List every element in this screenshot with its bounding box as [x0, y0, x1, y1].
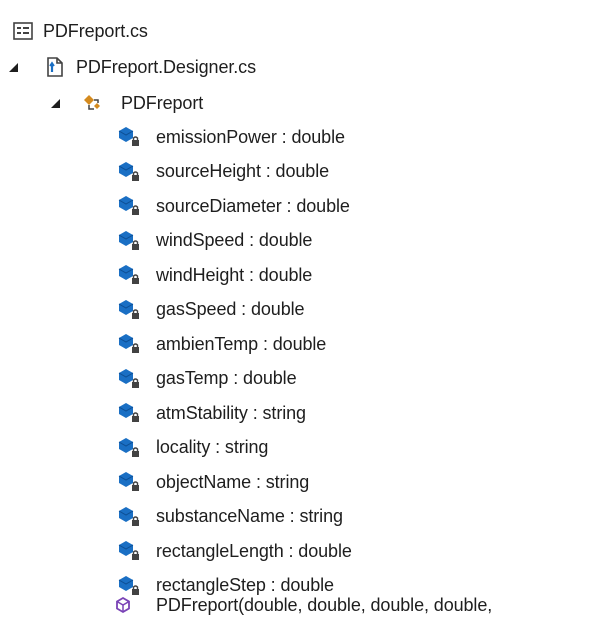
expanded-arrow-icon[interactable] [50, 97, 62, 109]
tree-item-label: emissionPower : double [156, 126, 345, 147]
private-field-icon [117, 436, 139, 458]
private-field-icon [117, 332, 139, 354]
tree-item-pdfreport-cs[interactable]: PDFreport.cs [0, 14, 592, 48]
tree-item-field[interactable]: objectName : string [0, 465, 592, 499]
tree-item-field[interactable]: locality : string [0, 431, 592, 465]
private-field-icon [117, 298, 139, 320]
tree-item-field[interactable]: windHeight : double [0, 258, 592, 292]
private-field-icon [117, 229, 139, 251]
private-field-icon [117, 160, 139, 182]
tree-item-label: rectangleLength : double [156, 540, 352, 561]
tree-item-designer-cs[interactable]: PDFreport.Designer.cs [0, 50, 592, 84]
tree-item-label: ambienTemp : double [156, 333, 327, 354]
tree-item-label: windHeight : double [156, 264, 313, 285]
private-field-icon [117, 470, 139, 492]
tree-item-field[interactable]: gasSpeed : double [0, 293, 592, 327]
tree-item-label: sourceHeight : double [156, 161, 330, 181]
designer-file-icon [44, 56, 66, 78]
solution-explorer-tree: PDFreport.cs PDFreport.Designer.cs PDFre… [0, 0, 592, 635]
private-field-icon [117, 125, 139, 147]
tree-item-label: PDFreport.cs [43, 20, 148, 41]
class-icon [82, 92, 104, 114]
tree-item-field[interactable]: substanceName : string [0, 500, 592, 534]
tree-item-field[interactable]: ambienTemp : double [0, 327, 592, 361]
private-field-icon [117, 194, 139, 216]
tree-item-field[interactable]: sourceHeight : double [0, 155, 592, 189]
tree-item-label: substanceName : string [156, 506, 343, 526]
tree-item-label: PDFreport(double, double, double, double… [156, 594, 493, 615]
expanded-arrow-icon[interactable] [8, 61, 20, 73]
tree-item-field[interactable]: emissionPower : double [0, 120, 592, 154]
private-field-icon [117, 401, 139, 423]
tree-item-field[interactable]: sourceDiameter : double [0, 189, 592, 223]
tree-item-field[interactable]: gasTemp : double [0, 362, 592, 396]
tree-item-label: PDFreport.Designer.cs [76, 56, 256, 77]
tree-item-label: objectName : string [156, 471, 310, 492]
tree-item-method-constructor[interactable]: PDFreport(double, double, double, double… [0, 588, 592, 622]
private-field-icon [117, 367, 139, 389]
tree-item-field[interactable]: windSpeed : double [0, 224, 592, 258]
private-field-icon [117, 539, 139, 561]
tree-item-label: atmStability : string [156, 402, 306, 423]
tree-item-label: windSpeed : double [156, 230, 313, 250]
method-icon [112, 594, 134, 616]
tree-item-label: PDFreport [121, 92, 204, 113]
tree-item-field[interactable]: rectangleLength : double [0, 534, 592, 568]
tree-item-label: gasTemp : double [156, 368, 297, 388]
cs-file-icon [12, 20, 34, 42]
tree-item-class-pdfreport[interactable]: PDFreport [0, 86, 592, 120]
tree-item-field[interactable]: atmStability : string [0, 396, 592, 430]
private-field-icon [117, 263, 139, 285]
tree-item-label: gasSpeed : double [156, 299, 305, 319]
tree-item-label: sourceDiameter : double [156, 195, 350, 216]
private-field-icon [117, 505, 139, 527]
tree-item-label: locality : string [156, 437, 269, 457]
